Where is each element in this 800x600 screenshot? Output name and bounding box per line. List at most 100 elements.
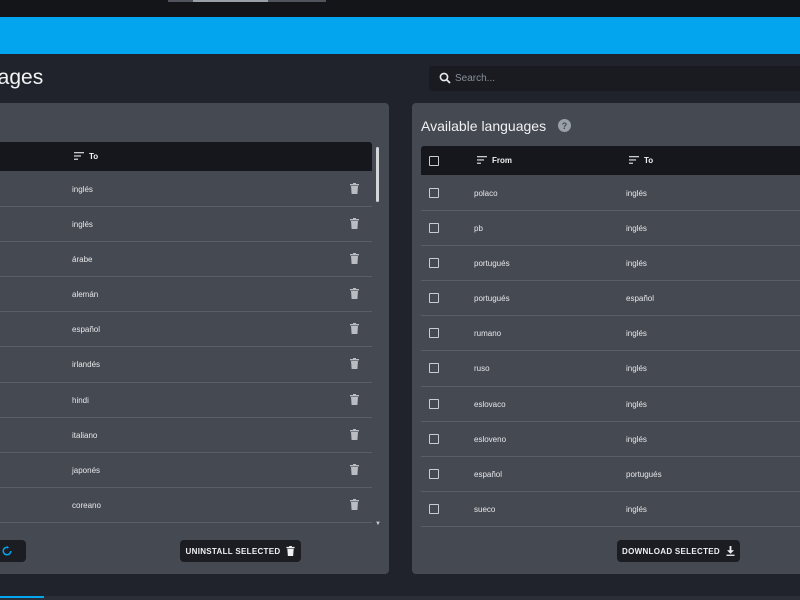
trash-icon[interactable] [350,288,359,300]
cell-from: español [474,469,503,479]
row-checkbox[interactable] [429,328,439,339]
cell-to: irlandés [72,360,101,370]
available-table-body: polaco inglés pb inglés portugués inglés po… [421,176,800,527]
download-selected-button[interactable]: DOWNLOAD SELECTED [617,540,740,562]
refresh-icon [2,546,12,556]
row-checkbox[interactable] [429,503,439,514]
table-row[interactable]: esloveno inglés [421,422,800,457]
table-row[interactable]: italiano [0,418,372,453]
cell-to: inglés [72,185,93,194]
table-row[interactable]: coreano [0,488,372,523]
refresh-button[interactable] [0,540,26,562]
table-row[interactable]: pb inglés [421,211,800,247]
column-header-from[interactable]: From [492,156,512,165]
cell-to: hindi [72,395,89,405]
table-row[interactable]: inglés [0,172,372,208]
cell-from: pb [474,224,483,234]
row-checkbox[interactable] [429,363,439,374]
trash-icon[interactable] [350,428,359,440]
cell-from: portugués [474,294,510,304]
window-top-strip [0,0,800,17]
table-row[interactable]: hindi [0,383,372,418]
cell-to: coreano [72,500,101,510]
cell-to: inglés [626,189,647,198]
table-row[interactable]: polaco inglés [421,176,800,212]
trash-icon[interactable] [350,498,359,510]
cell-to: inglés [626,259,647,269]
uninstall-selected-label: UNINSTALL SELECTED [185,546,281,556]
sort-icon[interactable] [74,152,84,160]
cell-to: inglés [72,220,93,230]
sort-icon[interactable] [477,156,487,164]
trash-icon[interactable] [350,183,359,194]
cell-from: esloveno [474,434,507,444]
row-checkbox[interactable] [429,188,439,198]
cell-to: italiano [72,430,98,440]
trash-icon[interactable] [350,463,359,475]
available-languages-panel: Available languages ? From To polaco ingl… [412,103,800,574]
cell-to: español [72,325,101,335]
table-row[interactable]: alemán [0,277,372,313]
download-selected-label: DOWNLOAD SELECTED [622,546,720,556]
page-title: uages [0,66,44,89]
app-top-bar [0,17,800,54]
table-row[interactable]: eslovaco inglés [421,387,800,422]
cell-to: japonés [72,465,101,475]
scroll-down-arrow-icon[interactable]: ▼ [375,521,381,527]
table-row[interactable]: árabe [0,242,372,278]
column-header-to[interactable]: To [89,152,98,161]
trash-icon[interactable] [350,323,359,335]
help-icon[interactable]: ? [558,119,571,132]
search-input[interactable] [455,66,795,91]
table-row[interactable]: español portugués [421,457,800,492]
cell-to: inglés [626,399,647,409]
table-row[interactable]: japonés [0,453,372,488]
trash-icon[interactable] [350,393,359,405]
search-icon [439,72,451,84]
cell-to: portugués [626,469,662,479]
table-row[interactable]: sueco inglés [421,492,800,527]
uninstall-selected-button[interactable]: UNINSTALL SELECTED [180,540,301,562]
sort-icon[interactable] [629,156,639,164]
row-checkbox[interactable] [429,258,439,269]
bottom-accent [0,596,44,598]
search-box[interactable] [429,66,800,91]
row-checkbox[interactable] [429,398,439,409]
cell-to: árabe [72,255,93,265]
table-row[interactable]: inglés [0,207,372,243]
table-row[interactable]: portugués español [421,281,800,317]
cell-to: inglés [626,504,647,514]
table-row[interactable]: rumano inglés [421,316,800,352]
download-icon [726,546,735,556]
cell-from: sueco [474,504,496,514]
row-checkbox[interactable] [429,468,439,479]
available-table-header: From To [421,146,800,175]
svg-text:?: ? [562,121,568,131]
trash-icon[interactable] [350,218,359,230]
cell-to: alemán [72,290,99,300]
row-checkbox[interactable] [429,293,439,304]
installed-table-body: inglés inglés árabe alemán español irlan… [0,172,372,523]
table-row[interactable]: portugués inglés [421,246,800,282]
cell-to: español [626,294,655,304]
installed-languages-panel: To inglés inglés árabe alemán español ir… [0,103,389,574]
table-row[interactable]: español [0,312,372,348]
window-tab-label [193,0,268,2]
scrollbar-thumb[interactable] [376,147,379,202]
trash-icon[interactable] [350,253,359,265]
table-row[interactable]: irlandés [0,347,372,383]
installed-scrollbar[interactable]: ▼ [375,145,381,529]
cell-to: inglés [626,364,647,374]
trash-icon [286,546,296,556]
column-header-to[interactable]: To [644,156,653,165]
row-checkbox[interactable] [429,433,439,444]
cell-from: ruso [474,364,490,374]
row-checkbox[interactable] [429,223,439,234]
trash-icon[interactable] [350,358,359,370]
cell-from: rumano [474,329,502,339]
cell-from: eslovaco [474,399,506,409]
table-row[interactable]: ruso inglés [421,351,800,387]
select-all-checkbox[interactable] [429,156,439,166]
cell-from: portugués [474,259,510,269]
cell-from: polaco [474,189,498,198]
